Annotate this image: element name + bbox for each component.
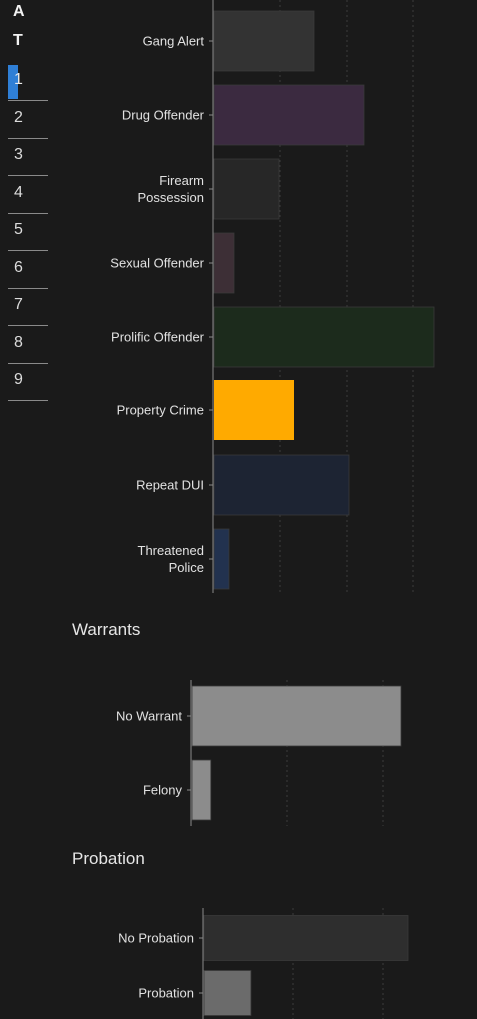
category-label: Possession <box>138 190 204 205</box>
bar <box>203 970 252 1016</box>
category-label: Probation <box>138 986 194 1001</box>
probation-title: Probation <box>72 849 145 868</box>
category-label: Threatened <box>138 543 205 558</box>
category-label: No Probation <box>118 931 194 946</box>
bar <box>213 158 280 220</box>
bar <box>213 232 235 294</box>
category-label: Drug Offender <box>122 108 205 123</box>
bar <box>213 10 315 72</box>
bar <box>214 380 294 440</box>
category-label: Felony <box>143 783 183 798</box>
bar <box>213 454 350 516</box>
flags-chart: Gang Alert Drug Offender Firearm Possession… <box>110 0 435 593</box>
category-label: No Warrant <box>116 709 182 724</box>
warrants-title: Warrants <box>72 620 141 639</box>
category-label: Sexual Offender <box>110 256 204 271</box>
bar <box>191 685 402 747</box>
category-label: Police <box>169 560 204 575</box>
bar <box>213 84 365 146</box>
category-label: Firearm <box>159 173 204 188</box>
bar <box>203 915 409 961</box>
category-label: Repeat DUI <box>136 478 204 493</box>
bar <box>191 759 212 821</box>
category-label: Prolific Offender <box>111 330 205 345</box>
bar <box>213 306 435 368</box>
bar <box>213 528 230 590</box>
category-label: Gang Alert <box>143 34 205 49</box>
category-label: Property Crime <box>117 403 204 418</box>
